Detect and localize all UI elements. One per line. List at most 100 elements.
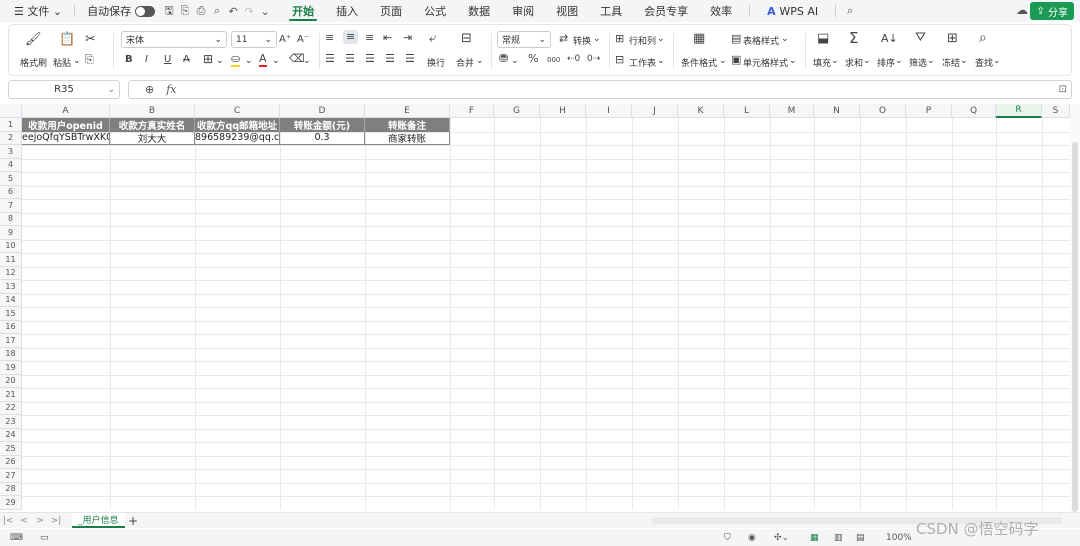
column-header-k[interactable]: K (678, 104, 724, 118)
column-header-i[interactable]: I (586, 104, 632, 118)
macro-icon[interactable]: ⌨ (10, 533, 23, 543)
align-bottom-icon[interactable]: ≡ (365, 31, 374, 45)
row-header-10[interactable]: 10 (0, 239, 22, 253)
tab-view[interactable]: 视图 (545, 0, 589, 22)
row-header-16[interactable]: 16 (0, 320, 22, 334)
sort-button[interactable]: 排序 (877, 56, 895, 69)
border-icon[interactable]: ⊞ (203, 52, 213, 66)
read-mode-icon[interactable]: ✣⌄ (774, 533, 789, 543)
chevron-down-icon[interactable]: ⌄ (245, 56, 253, 66)
print-icon[interactable]: ⎙ (193, 0, 209, 22)
distribute-icon[interactable]: ☰ (405, 52, 415, 66)
chevron-down-icon[interactable]: ⌄ (657, 34, 665, 44)
fill-color-icon[interactable]: ⛀ (231, 52, 241, 67)
chevron-down-icon[interactable]: ⌄ (73, 56, 81, 66)
table-style-button[interactable]: 表格样式 (743, 34, 779, 47)
fx-icon[interactable]: fx (166, 83, 176, 96)
increase-font-icon[interactable]: A⁺ (279, 33, 291, 47)
row-header-27[interactable]: 27 (0, 469, 22, 483)
conditional-format-icon[interactable]: ▦ (693, 32, 705, 46)
column-header-r[interactable]: R (996, 104, 1042, 118)
row-header-11[interactable]: 11 (0, 253, 22, 267)
font-size-select[interactable]: 11 ⌄ (231, 31, 277, 48)
cell-d2[interactable]: 0.3 (280, 131, 365, 145)
fill-button[interactable]: 填充 (813, 56, 831, 69)
find-icon[interactable]: ⌕ (979, 31, 987, 45)
indent-increase-icon[interactable]: ⇥ (403, 31, 412, 45)
chevron-down-icon[interactable]: ⌄ (993, 56, 1001, 66)
search-icon[interactable]: ⌕ (842, 0, 858, 22)
formula-input[interactable]: ⊕ fx ⊡ (128, 80, 1072, 99)
number-format-select[interactable]: 常规 ⌄ (497, 31, 551, 48)
justify-icon[interactable]: ☰ (385, 52, 395, 66)
sheet-tab-user-info[interactable]: _用户信息 (72, 513, 125, 528)
cut-icon[interactable]: ✂ (85, 33, 96, 47)
strikethrough-button[interactable]: A (183, 53, 190, 67)
zoom-level[interactable]: 100% (886, 533, 912, 543)
cell-c2[interactable]: 896589239@qq.com (195, 131, 280, 145)
row-header-28[interactable]: 28 (0, 482, 22, 496)
sum-icon[interactable]: Σ (849, 31, 858, 46)
align-top-icon[interactable]: ≡ (325, 31, 334, 45)
paste-icon[interactable]: 📋 (59, 33, 75, 47)
toggle-switch[interactable] (135, 5, 156, 17)
paste-button[interactable]: 粘贴 (53, 56, 71, 69)
merge-cells-icon[interactable]: ⊟ (461, 32, 472, 46)
row-header-8[interactable]: 8 (0, 212, 22, 226)
row-header-20[interactable]: 20 (0, 374, 22, 388)
page-layout-icon[interactable]: ▥ (834, 533, 843, 543)
convert-icon[interactable]: ⇄ (559, 32, 568, 46)
merge-cells-button[interactable]: 合并 (456, 56, 474, 69)
column-header-g[interactable]: G (494, 104, 540, 118)
tab-page[interactable]: 页面 (369, 0, 413, 22)
column-header-p[interactable]: P (906, 104, 952, 118)
row-col-button[interactable]: 行和列 (629, 34, 656, 47)
fill-icon[interactable]: ⬓ (817, 32, 829, 46)
protect-icon[interactable]: ⛉ (724, 533, 731, 543)
format-painter-icon[interactable]: 🖌 (25, 33, 42, 47)
cell-e1[interactable]: 转账备注 (365, 118, 450, 132)
chevron-down-icon[interactable]: ⌄ (657, 56, 665, 66)
font-color-icon[interactable]: A (259, 52, 267, 67)
tab-insert[interactable]: 插入 (325, 0, 369, 22)
align-right-icon[interactable]: ☰ (365, 52, 375, 66)
column-header-m[interactable]: M (770, 104, 814, 118)
row-header-24[interactable]: 24 (0, 428, 22, 442)
redo-icon[interactable]: ↷ (241, 0, 257, 22)
autosave-toggle[interactable]: 自动保存 (81, 0, 161, 22)
cell-c1[interactable]: 收款方qq邮箱地址 (195, 118, 280, 132)
zoom-icon[interactable]: ⊕ (145, 83, 154, 96)
column-header-a[interactable]: A (22, 104, 110, 118)
row-header-15[interactable]: 15 (0, 307, 22, 321)
save-icon[interactable]: 🖫 (161, 0, 177, 22)
currency-icon[interactable]: ⛃ (499, 52, 508, 66)
chevron-down-icon[interactable]: ⌄ (216, 56, 224, 66)
align-middle-icon[interactable]: ≡ (343, 30, 359, 44)
print-preview-icon[interactable]: ⌕ (209, 0, 225, 22)
underline-button[interactable]: U (164, 53, 171, 67)
row-header-13[interactable]: 13 (0, 280, 22, 294)
expand-formula-icon[interactable]: ⊡ (1059, 84, 1067, 95)
name-box[interactable]: R35 ⌄ (8, 80, 120, 99)
column-header-e[interactable]: E (365, 104, 450, 118)
chevron-down-icon[interactable]: ⌄ (789, 56, 797, 66)
chevron-down-icon[interactable]: ⌄ (927, 56, 935, 66)
bold-button[interactable]: B (125, 53, 133, 67)
tab-formula[interactable]: 公式 (413, 0, 457, 22)
next-sheet-icon[interactable]: > (32, 516, 48, 526)
chevron-down-icon[interactable]: ⌄ (511, 56, 519, 66)
row-header-26[interactable]: 26 (0, 455, 22, 469)
chevron-down-icon[interactable]: ⌄ (863, 56, 871, 66)
increase-decimal-icon[interactable]: ⇠0 (567, 52, 580, 66)
column-header-n[interactable]: N (814, 104, 860, 118)
sum-button[interactable]: 求和 (845, 56, 863, 69)
cell-b1[interactable]: 收款方真实姓名 (110, 118, 195, 132)
file-menu[interactable]: ☰ 文件 ⌄ (8, 0, 68, 22)
row-header-19[interactable]: 19 (0, 361, 22, 375)
chevron-down-icon[interactable]: ⌄ (960, 56, 968, 66)
row-header-18[interactable]: 18 (0, 347, 22, 361)
indent-decrease-icon[interactable]: ⇤ (383, 31, 392, 45)
tab-data[interactable]: 数据 (457, 0, 501, 22)
row-header-12[interactable]: 12 (0, 266, 22, 280)
select-all-corner[interactable] (0, 104, 22, 118)
